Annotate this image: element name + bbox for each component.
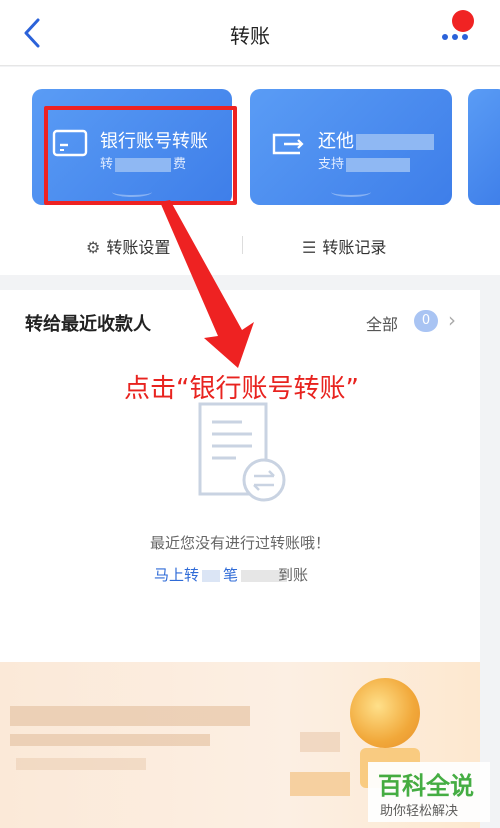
next-card-peek[interactable]: [468, 89, 500, 205]
annotation-text: 点击“银行账号转账”: [124, 374, 359, 404]
card-subtitle: 支持: [318, 153, 411, 172]
watermark: 百科全说 助你轻松解决: [368, 762, 490, 822]
transfer-records-link[interactable]: ☰ 转账记录: [302, 234, 386, 258]
page-edge: [480, 290, 500, 828]
section-title: 转给最近收款人: [25, 314, 151, 335]
empty-state-text: 最近您没有进行过转账哦！: [149, 534, 330, 552]
highlight-box: [44, 106, 237, 205]
count-badge: 0: [414, 310, 438, 332]
card-title: 还他: [318, 127, 434, 153]
page-title: 转账: [230, 24, 270, 48]
document-transfer-icon: [198, 402, 286, 502]
coin-image: [350, 678, 420, 748]
pointer-arrow: [160, 200, 254, 368]
top-bar: 转账: [0, 0, 500, 66]
repay-card-icon: [272, 133, 304, 155]
gear-icon: ⚙: [86, 238, 101, 257]
notification-dot: [452, 10, 474, 32]
list-icon: ☰: [302, 238, 317, 257]
transfer-now-link[interactable]: 马上转笔: [154, 564, 288, 585]
card-decoration: [331, 187, 371, 197]
repay-card[interactable]: 还他 支持: [250, 89, 452, 205]
arrival-text: 到账: [278, 566, 309, 584]
more-dots-icon[interactable]: [436, 10, 476, 46]
view-all-link[interactable]: 全部: [366, 311, 398, 335]
chevron-right-icon[interactable]: ›: [448, 308, 456, 332]
